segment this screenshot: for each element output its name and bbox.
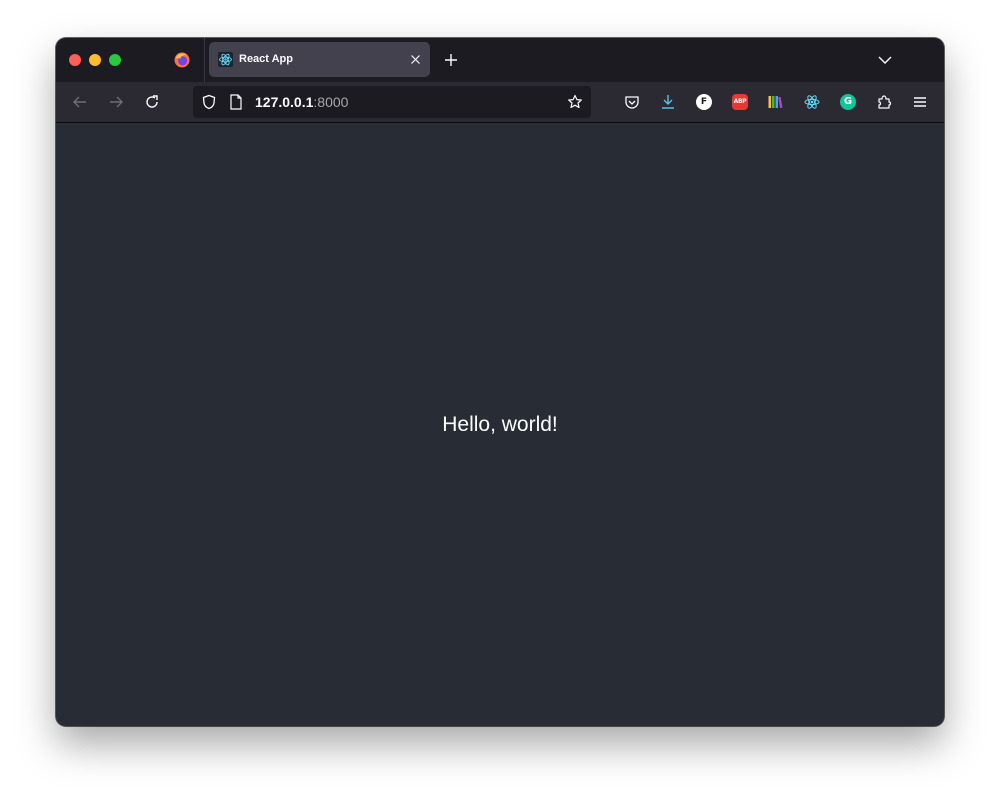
navigation-toolbar: 127.0.0.1:8000 F ABP G xyxy=(56,82,944,123)
page-icon[interactable] xyxy=(229,94,243,110)
window-minimize-button[interactable] xyxy=(89,54,101,66)
bookmark-star-icon[interactable] xyxy=(567,94,583,110)
hello-message: Hello, world! xyxy=(442,413,558,436)
adblock-plus-icon[interactable]: ABP xyxy=(732,94,748,110)
url-port: :8000 xyxy=(313,94,349,110)
url-host: 127.0.0.1 xyxy=(255,94,314,110)
browser-window: React App 127.0.0.1:8000 F ABP G Hello, … xyxy=(56,38,944,726)
page-content: Hello, world! xyxy=(56,123,944,726)
close-icon[interactable] xyxy=(409,53,422,66)
pocket-icon[interactable] xyxy=(624,94,640,110)
grammarly-icon[interactable]: G xyxy=(840,94,856,110)
firefox-view-icon[interactable] xyxy=(174,52,190,68)
tab-divider xyxy=(204,38,205,82)
react-icon xyxy=(218,52,233,67)
download-icon[interactable] xyxy=(660,94,676,110)
extensions-puzzle-icon[interactable] xyxy=(876,94,892,110)
url-text[interactable]: 127.0.0.1:8000 xyxy=(255,94,348,110)
tab-strip: React App xyxy=(56,38,944,82)
address-bar[interactable]: 127.0.0.1:8000 xyxy=(193,86,591,118)
forward-arrow-icon[interactable] xyxy=(108,94,124,110)
window-close-button[interactable] xyxy=(69,54,81,66)
f-extension-icon[interactable]: F xyxy=(696,94,712,110)
shield-icon[interactable] xyxy=(201,94,217,110)
react-devtools-icon[interactable] xyxy=(804,94,820,110)
back-arrow-icon[interactable] xyxy=(72,94,88,110)
tab-react-app[interactable]: React App xyxy=(209,42,430,77)
window-maximize-button[interactable] xyxy=(109,54,121,66)
tab-title: React App xyxy=(239,53,293,65)
reload-icon[interactable] xyxy=(144,94,160,110)
hamburger-menu-icon[interactable] xyxy=(912,94,928,110)
chevron-down-icon[interactable] xyxy=(878,55,892,65)
new-tab-icon[interactable] xyxy=(444,53,458,67)
library-books-icon[interactable] xyxy=(767,94,783,110)
